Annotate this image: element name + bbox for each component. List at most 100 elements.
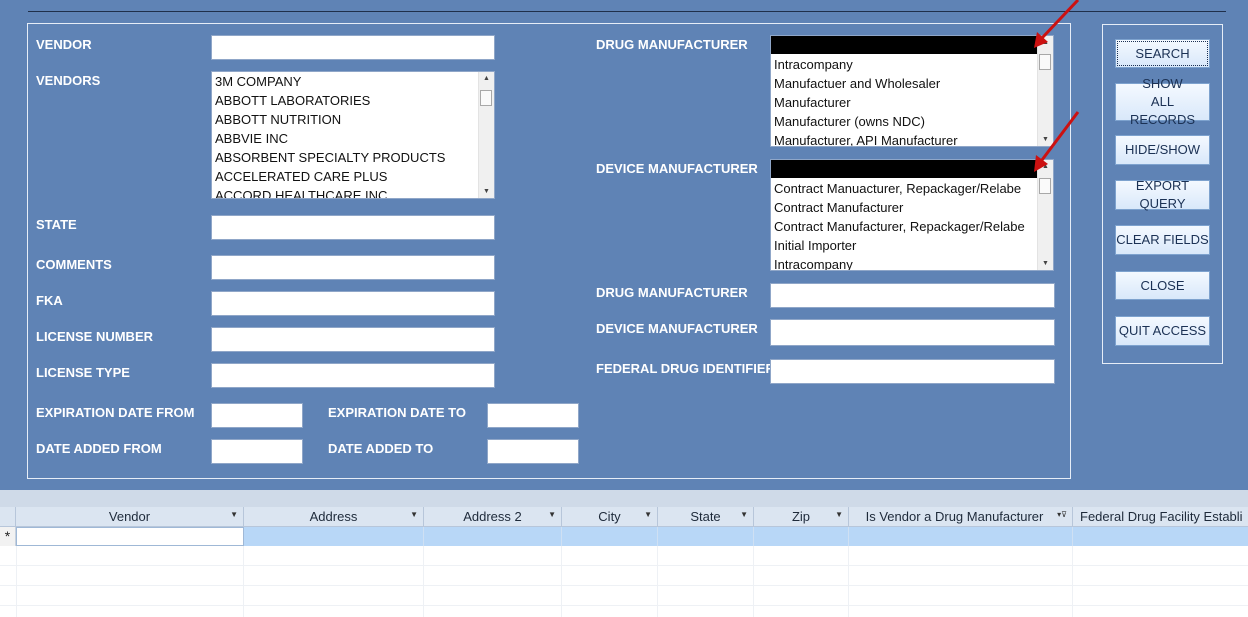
column-header-state[interactable]: State ▼ (658, 507, 754, 527)
device-manufacturer-input[interactable] (770, 319, 1055, 346)
filter-icon[interactable]: ▾⊽ (1057, 510, 1067, 519)
new-record-cell[interactable] (754, 527, 849, 546)
federal-drug-identifier-label: FEDERAL DRUG IDENTIFIER (596, 361, 775, 376)
new-record-vendor-cell[interactable] (16, 527, 244, 546)
dropdown-icon[interactable]: ▼ (835, 510, 843, 519)
expiration-date-to-label: EXPIRATION DATE TO (328, 405, 466, 420)
dropdown-icon[interactable]: ▼ (740, 510, 748, 519)
list-item[interactable]: ABBOTT NUTRITION (215, 110, 478, 129)
search-button[interactable]: SEARCH (1115, 39, 1210, 68)
select-all-corner[interactable] (0, 507, 16, 527)
hide-show-button[interactable]: HIDE/SHOW (1115, 135, 1210, 165)
list-item[interactable]: ACCELERATED CARE PLUS (215, 167, 478, 186)
column-header-address[interactable]: Address ▼ (244, 507, 424, 527)
arrow-line (1040, 0, 1080, 40)
vendors-listbox[interactable]: 3M COMPANY ABBOTT LABORATORIES ABBOTT NU… (211, 71, 495, 199)
column-header-label: Address (309, 509, 358, 524)
federal-drug-identifier-input[interactable] (770, 359, 1055, 384)
device-manufacturer-label: DEVICE MANUFACTURER (596, 321, 758, 336)
date-added-from-label: DATE ADDED FROM (36, 441, 162, 456)
grid-line (423, 546, 424, 617)
show-all-records-button[interactable]: SHOW ALL RECORDS (1115, 76, 1210, 127)
arrow-line (1040, 111, 1080, 161)
clear-fields-button[interactable]: CLEAR FIELDS (1115, 225, 1210, 255)
list-item[interactable]: Manufacturer, API Manufacturer (774, 131, 1037, 146)
list-item[interactable]: ABSORBENT SPECIALTY PRODUCTS (215, 148, 478, 167)
selected-blank-item[interactable] (771, 36, 1037, 54)
list-item[interactable]: ABBVIE INC (215, 129, 478, 148)
vendor-input[interactable] (211, 35, 495, 60)
license-type-input[interactable] (211, 363, 495, 388)
dropdown-icon[interactable]: ▼ (548, 510, 556, 519)
expiration-date-from-input[interactable] (211, 403, 303, 428)
comments-label: COMMENTS (36, 257, 112, 272)
column-header-label: State (690, 509, 721, 524)
column-header-label: City (598, 509, 621, 524)
vendors-scrollbar[interactable]: ▲ ▼ (478, 72, 494, 198)
column-header-address-2[interactable]: Address 2 ▼ (424, 507, 562, 527)
list-item[interactable]: Manufacturer (owns NDC) (774, 112, 1037, 131)
date-added-to-label: DATE ADDED TO (328, 441, 434, 456)
scroll-thumb[interactable] (480, 90, 492, 106)
column-header-label: Zip (791, 509, 811, 524)
new-record-selector[interactable]: * (0, 527, 16, 546)
new-record-cell[interactable] (849, 527, 1073, 546)
fka-input[interactable] (211, 291, 495, 316)
dropdown-icon[interactable]: ▼ (644, 510, 652, 519)
column-header-vendor[interactable]: Vendor ▼ (16, 507, 244, 527)
column-header-label: Vendor (108, 509, 151, 524)
comments-input[interactable] (211, 255, 495, 280)
list-item[interactable]: Manufactuer and Wholesaler (774, 74, 1037, 93)
device-manufacturer-listbox[interactable]: Contract Manuacturer, Repackager/Relabe … (770, 159, 1054, 271)
column-header-zip[interactable]: Zip ▼ (754, 507, 849, 527)
license-number-input[interactable] (211, 327, 495, 352)
device-manufacturer-list-label: DEVICE MANUFACTURER (596, 161, 758, 176)
grid-line (1072, 546, 1073, 617)
new-record-cell[interactable] (244, 527, 424, 546)
list-item[interactable]: Intracompany (774, 55, 1037, 74)
column-header-label: Federal Drug Facility Establi (1080, 509, 1243, 524)
vendor-label: VENDOR (36, 37, 92, 52)
drug-manufacturer-label: DRUG MANUFACTURER (596, 285, 748, 300)
list-item[interactable]: Contract Manufacturer, Repackager/Relabe (774, 217, 1037, 236)
new-record-cell[interactable] (1073, 527, 1248, 546)
state-input[interactable] (211, 215, 495, 240)
export-query-button[interactable]: EXPORT QUERY (1115, 178, 1210, 211)
list-item[interactable]: Manufacturer (774, 93, 1037, 112)
list-item[interactable]: 3M COMPANY (215, 72, 478, 91)
column-header-federal-drug-facility[interactable]: Federal Drug Facility Establi (1073, 507, 1248, 527)
scroll-down-icon[interactable]: ▼ (1038, 257, 1053, 270)
list-item[interactable]: Contract Manufacturer (774, 198, 1037, 217)
list-item[interactable]: ABBOTT LABORATORIES (215, 91, 478, 110)
drug-manufacturer-input[interactable] (770, 283, 1055, 308)
datasheet-top-strip (0, 490, 1248, 507)
column-header-city[interactable]: City ▼ (562, 507, 658, 527)
drug-manufacturer-listbox[interactable]: Intracompany Manufactuer and Wholesaler … (770, 35, 1054, 147)
close-button[interactable]: CLOSE (1115, 271, 1210, 300)
state-label: STATE (36, 217, 77, 232)
scroll-down-icon[interactable]: ▼ (479, 185, 494, 198)
expiration-date-from-label: EXPIRATION DATE FROM (36, 405, 195, 420)
grid-line (0, 605, 1248, 606)
list-item[interactable]: Contract Manuacturer, Repackager/Relabe (774, 179, 1037, 198)
list-item[interactable]: Intracompany (774, 255, 1037, 270)
grid-line (657, 546, 658, 617)
list-item[interactable]: ACCORD HEALTHCARE INC (215, 186, 478, 198)
expiration-date-to-input[interactable] (487, 403, 579, 428)
dropdown-icon[interactable]: ▼ (230, 510, 238, 519)
license-type-label: LICENSE TYPE (36, 365, 130, 380)
new-record-cell[interactable] (424, 527, 562, 546)
new-record-cell[interactable] (562, 527, 658, 546)
date-added-from-input[interactable] (211, 439, 303, 464)
arrow-head (1034, 155, 1048, 172)
grid-line (243, 546, 244, 617)
dropdown-icon[interactable]: ▼ (410, 510, 418, 519)
new-record-cell[interactable] (658, 527, 754, 546)
scroll-up-icon[interactable]: ▲ (479, 72, 494, 85)
quit-access-button[interactable]: QUIT ACCESS (1115, 316, 1210, 346)
column-header-is-vendor-drug-manufacturer[interactable]: Is Vendor a Drug Manufacturer ▾⊽ (849, 507, 1073, 527)
list-item[interactable]: Initial Importer (774, 236, 1037, 255)
annotation-arrows (1034, 0, 1080, 172)
selected-blank-item[interactable] (771, 160, 1037, 178)
date-added-to-input[interactable] (487, 439, 579, 464)
